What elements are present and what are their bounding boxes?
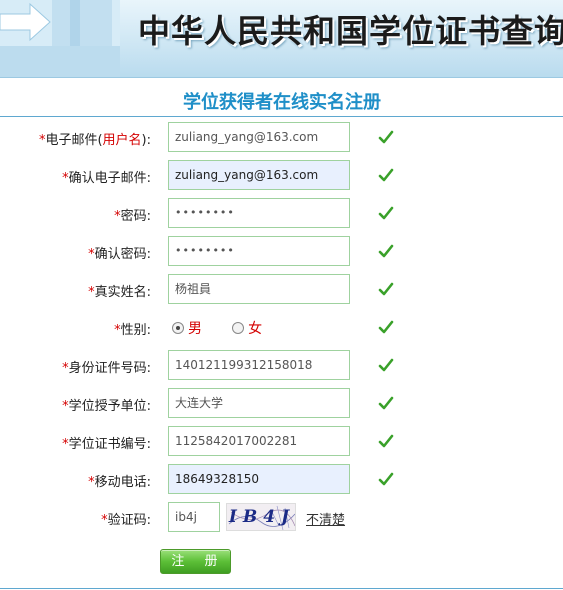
row-confirm-email: *确认电子邮件: zuliang_yang@163.com	[0, 160, 563, 190]
arrow-right-icon	[0, 0, 120, 77]
register-button[interactable]: 注 册	[160, 549, 231, 574]
mobile-label: *移动电话:	[88, 475, 151, 490]
certificate-number-field[interactable]: 1125842017002281	[168, 426, 350, 456]
id-number-label: *身份证件号码:	[62, 361, 151, 376]
site-title: 中华人民共和国学位证书查询	[138, 12, 563, 50]
real-name-field[interactable]: 杨祖員	[168, 274, 350, 304]
row-mobile: *移动电话: 18649328150	[0, 464, 563, 494]
captcha-refresh-link[interactable]: 不清楚	[306, 509, 345, 528]
check-icon	[378, 206, 394, 220]
check-icon	[378, 282, 394, 296]
check-icon	[378, 396, 394, 410]
row-gender: *性别: 男 女	[0, 312, 563, 342]
captcha-input[interactable]: ib4j	[168, 502, 220, 532]
confirm-email-label: *确认电子邮件:	[62, 171, 151, 186]
check-icon	[378, 168, 394, 182]
row-id-number: *身份证件号码: 140121199312158018	[0, 350, 563, 380]
password-label: *密码:	[114, 209, 151, 224]
certificate-number-label: *学位证书编号:	[62, 437, 151, 452]
gender-label: *性别:	[114, 323, 151, 338]
check-icon	[378, 358, 394, 372]
gender-male-radio[interactable]	[172, 322, 184, 334]
gender-radio-group: 男 女	[172, 318, 288, 338]
header-banner: 中华人民共和国学位证书查询	[0, 0, 563, 78]
check-icon	[378, 434, 394, 448]
row-captcha: *验证码: ib4j IB4J 不清楚	[0, 502, 563, 532]
confirm-password-field[interactable]: ••••••••	[168, 236, 350, 266]
row-email: *电子邮件(用户名): zuliang_yang@163.com	[0, 122, 563, 152]
captcha-text: IB4J	[228, 507, 296, 527]
email-field[interactable]: zuliang_yang@163.com	[168, 122, 350, 152]
check-icon	[378, 130, 394, 144]
row-real-name: *真实姓名: 杨祖員	[0, 274, 563, 304]
email-label: *电子邮件(用户名):	[38, 133, 151, 148]
row-password: *密码: ••••••••	[0, 198, 563, 228]
check-icon	[378, 244, 394, 258]
check-icon	[378, 320, 394, 334]
check-icon	[378, 472, 394, 486]
mobile-field[interactable]: 18649328150	[168, 464, 350, 494]
confirm-password-label: *确认密码:	[88, 247, 151, 262]
confirm-email-field[interactable]: zuliang_yang@163.com	[168, 160, 350, 190]
id-number-field[interactable]: 140121199312158018	[168, 350, 350, 380]
gender-female-label[interactable]: 女	[248, 321, 262, 337]
real-name-label: *真实姓名:	[88, 285, 151, 300]
divider-top	[0, 116, 563, 117]
degree-unit-label: *学位授予单位:	[62, 399, 151, 414]
row-confirm-password: *确认密码: ••••••••	[0, 236, 563, 266]
degree-unit-field[interactable]: 大连大学	[168, 388, 350, 418]
row-certificate-number: *学位证书编号: 1125842017002281	[0, 426, 563, 456]
captcha-label: *验证码:	[101, 513, 151, 528]
row-degree-unit: *学位授予单位: 大连大学	[0, 388, 563, 418]
gender-male-label[interactable]: 男	[188, 321, 202, 337]
form-title: 学位获得者在线实名注册	[183, 92, 381, 113]
divider-bottom	[0, 588, 563, 589]
captcha-image[interactable]: IB4J	[226, 503, 296, 531]
password-field[interactable]: ••••••••	[168, 198, 350, 228]
gender-female-radio[interactable]	[232, 322, 245, 334]
